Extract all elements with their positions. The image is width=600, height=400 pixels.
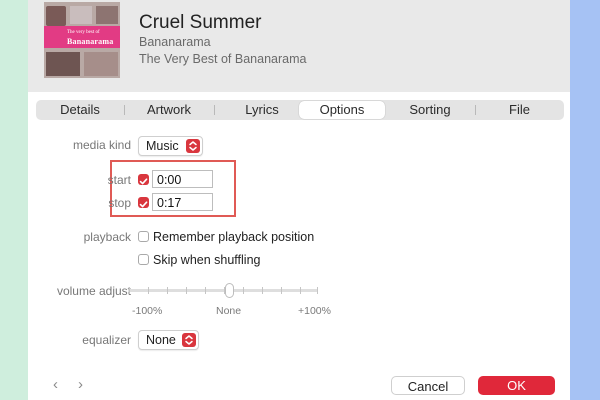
slider-tick [281, 287, 282, 294]
remember-position-label[interactable]: Remember playback position [153, 230, 314, 244]
tab-lyrics[interactable]: Lyrics [214, 100, 310, 120]
tab-details[interactable]: Details [36, 100, 124, 120]
slider-tick [262, 287, 263, 294]
equalizer-value: None [146, 333, 176, 347]
tab-options[interactable]: Options [299, 101, 385, 119]
checkmark-icon [139, 201, 148, 208]
start-checkbox[interactable] [138, 174, 149, 185]
album-artwork: The very best of Bananarama [44, 2, 120, 78]
slider-tick [167, 287, 168, 294]
artwork-photo [46, 52, 80, 76]
cancel-button[interactable]: Cancel [391, 376, 465, 395]
checkmark-icon [139, 178, 148, 185]
background-left [0, 0, 28, 400]
previous-item-button[interactable]: ‹ [53, 376, 58, 393]
slider-tick [129, 287, 130, 294]
song-header: The very best of Bananarama Cruel Summer… [28, 0, 570, 92]
skip-shuffling-checkbox[interactable] [138, 254, 149, 265]
slider-tick [186, 287, 187, 294]
song-artist: Bananarama [139, 35, 211, 49]
chevron-up-down-icon [186, 139, 200, 153]
slider-tick [317, 287, 318, 294]
slider-tick [300, 287, 301, 294]
tab-sorting[interactable]: Sorting [385, 100, 475, 120]
remember-position-checkbox[interactable] [138, 231, 149, 242]
artwork-photo [70, 6, 92, 24]
media-kind-label: media kind [72, 138, 131, 152]
volume-slider-knob[interactable] [225, 283, 234, 298]
slider-tick [148, 287, 149, 294]
volume-min-label: -100% [132, 305, 163, 317]
equalizer-label: equalizer [82, 333, 131, 347]
playback-label: playback [83, 230, 131, 244]
song-title: Cruel Summer [139, 12, 262, 33]
song-album: The Very Best of Bananarama [139, 52, 307, 66]
start-time-field[interactable]: 0:00 [152, 170, 213, 188]
chevron-up-down-icon [182, 333, 196, 347]
artwork-photo [84, 52, 118, 76]
volume-slider-track[interactable] [128, 289, 318, 292]
stop-checkbox[interactable] [138, 197, 149, 208]
artwork-photo [96, 6, 118, 24]
volume-adjust-label: volume adjust [56, 284, 131, 298]
stop-label: stop [108, 196, 131, 210]
stop-time-field[interactable]: 0:17 [152, 193, 213, 211]
volume-mid-label: None [216, 305, 242, 317]
tab-bar: Details Artwork Lyrics Options Sorting F… [36, 100, 564, 120]
slider-tick [243, 287, 244, 294]
next-item-button[interactable]: › [78, 376, 83, 393]
volume-max-label: +100% [298, 305, 331, 317]
background-right [570, 0, 600, 400]
tab-artwork[interactable]: Artwork [124, 100, 214, 120]
equalizer-popup[interactable]: None [138, 330, 199, 350]
slider-tick [205, 287, 206, 294]
start-label: start [107, 173, 131, 187]
media-kind-popup[interactable]: Music [138, 136, 203, 156]
artwork-photo [46, 6, 66, 26]
artwork-text: Bananarama [67, 37, 114, 46]
skip-shuffling-label[interactable]: Skip when shuffling [153, 253, 260, 267]
ok-button[interactable]: OK [478, 376, 555, 395]
media-kind-value: Music [146, 139, 179, 153]
song-info-window: The very best of Bananarama Cruel Summer… [28, 0, 570, 400]
artwork-text: The very best of [67, 30, 100, 35]
tab-file[interactable]: File [475, 100, 564, 120]
